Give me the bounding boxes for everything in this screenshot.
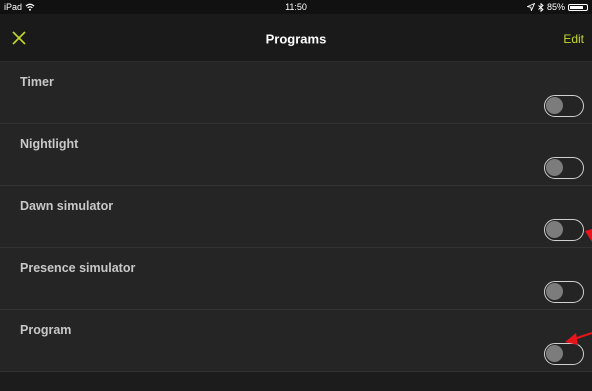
bluetooth-icon — [538, 2, 544, 12]
battery-percent: 85% — [546, 2, 565, 12]
program-label: Presence simulator — [20, 261, 136, 275]
edit-button[interactable]: Edit — [563, 32, 584, 46]
page-title: Programs — [265, 31, 327, 47]
program-row-dawn-simulator: Dawn simulator — [0, 186, 592, 248]
program-row-program: Program — [0, 310, 592, 372]
program-row-timer: Timer — [0, 62, 592, 124]
bottom-area — [0, 372, 592, 391]
dawn-simulator-toggle[interactable] — [544, 219, 584, 241]
program-label: Program — [20, 323, 72, 337]
program-row-nightlight: Nightlight — [0, 124, 592, 186]
status-bar: iPad 11:50 85% — [0, 0, 592, 14]
programs-list: Timer Nightlight Dawn simulator Presence… — [0, 62, 592, 372]
status-time: 11:50 — [285, 2, 307, 12]
program-label: Dawn simulator — [20, 199, 114, 213]
presence-simulator-toggle[interactable] — [544, 281, 584, 303]
program-label: Nightlight — [20, 137, 79, 151]
program-toggle[interactable] — [544, 343, 584, 365]
toggle-knob — [546, 97, 563, 114]
toggle-knob — [546, 159, 563, 176]
nightlight-toggle[interactable] — [544, 157, 584, 179]
timer-toggle[interactable] — [544, 95, 584, 117]
toggle-knob — [546, 283, 563, 300]
program-label: Timer — [20, 75, 54, 89]
toggle-knob — [546, 345, 563, 362]
battery-icon — [568, 3, 588, 11]
toggle-knob — [546, 221, 563, 238]
status-right: 85% — [526, 2, 588, 12]
program-row-presence-simulator: Presence simulator — [0, 248, 592, 310]
battery-fill — [570, 5, 584, 9]
nav-bar: Programs Edit — [0, 14, 592, 62]
location-arrow-icon — [526, 3, 535, 11]
